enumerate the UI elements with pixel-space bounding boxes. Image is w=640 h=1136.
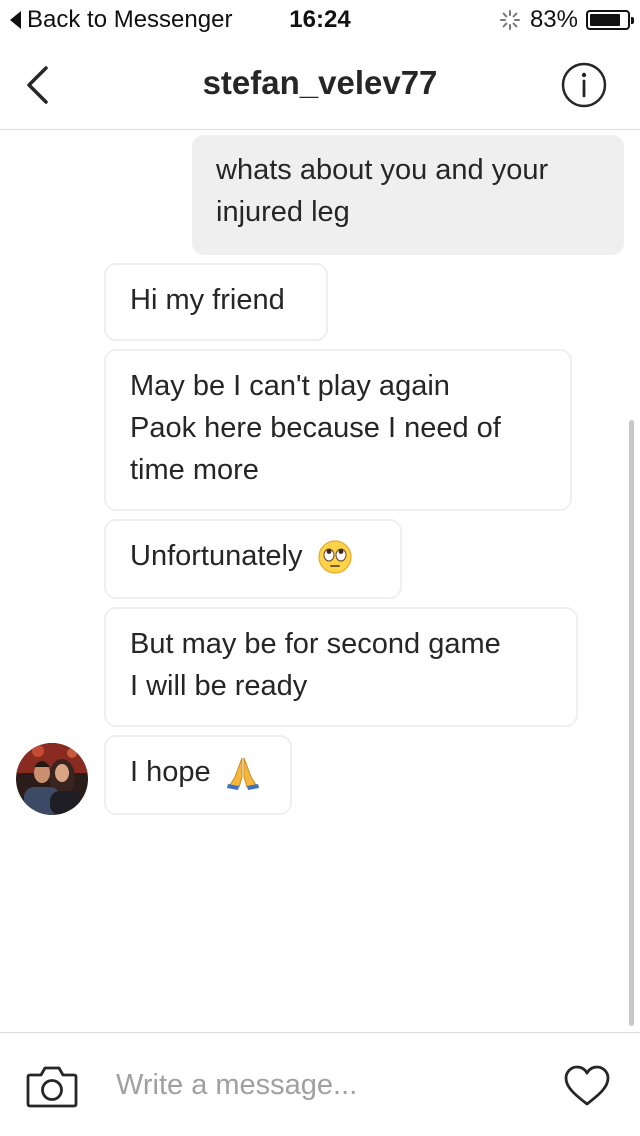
message-composer bbox=[0, 1032, 640, 1136]
message-bubble-incoming[interactable]: May be I can't play again Paok here beca… bbox=[104, 349, 572, 511]
message-line: May be I can't play again bbox=[130, 370, 450, 402]
battery-tip bbox=[631, 17, 634, 24]
rolling-eyes-emoji-icon bbox=[317, 540, 352, 574]
folded-hands-emoji-icon bbox=[226, 758, 259, 791]
message-line: whats about you and your bbox=[216, 154, 549, 186]
conversation-title[interactable]: stefan_velev77 bbox=[0, 64, 640, 102]
message-line: time more bbox=[130, 454, 259, 486]
avatar[interactable] bbox=[16, 743, 88, 815]
message-line: I will be ready bbox=[130, 670, 308, 702]
message-line: Paok here because I need of bbox=[130, 412, 501, 444]
message-bubble-incoming[interactable]: Unfortunately bbox=[104, 519, 402, 599]
message-bubble-incoming[interactable]: But may be for second game I will be rea… bbox=[104, 607, 578, 727]
conversation-header: stefan_velev77 bbox=[0, 40, 640, 130]
heart-icon[interactable] bbox=[564, 1065, 610, 1107]
message-input[interactable] bbox=[116, 1063, 536, 1107]
message-line: I hope bbox=[130, 751, 266, 793]
message-bubble-incoming[interactable]: I hope bbox=[104, 735, 292, 815]
status-bar: Back to Messenger 16:24 83% bbox=[0, 0, 640, 40]
battery-fill bbox=[590, 14, 620, 26]
message-bubble-incoming[interactable]: Hi my friend bbox=[104, 263, 328, 341]
info-icon[interactable] bbox=[560, 61, 608, 109]
message-bubble-outgoing[interactable]: whats about you and your injured leg bbox=[192, 135, 624, 255]
scrollbar[interactable] bbox=[629, 420, 634, 1026]
message-text: I hope bbox=[130, 756, 211, 788]
message-line: But may be for second game bbox=[130, 628, 501, 660]
message-line: Unfortunately bbox=[130, 535, 376, 577]
activity-spinner-icon bbox=[499, 10, 520, 30]
message-line: injured leg bbox=[216, 196, 350, 228]
battery-percent: 83% bbox=[529, 6, 578, 33]
battery-icon bbox=[586, 10, 634, 30]
avatar-photo bbox=[16, 743, 88, 815]
camera-icon[interactable] bbox=[26, 1063, 78, 1109]
message-text: Unfortunately bbox=[130, 540, 303, 572]
message-line: Hi my friend bbox=[130, 284, 285, 316]
message-list[interactable]: whats about you and your injured leg Hi … bbox=[0, 131, 640, 1031]
